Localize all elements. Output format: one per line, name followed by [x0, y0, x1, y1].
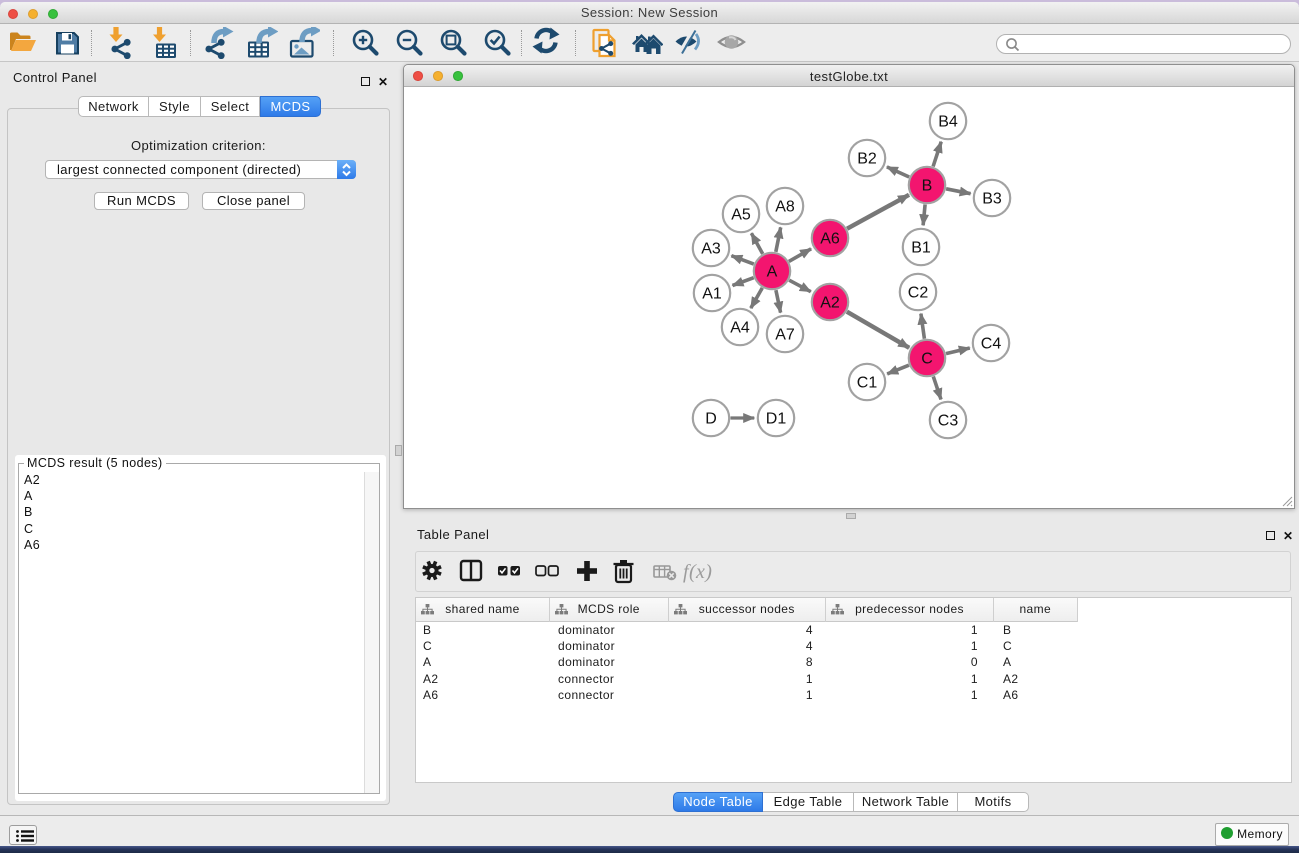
svg-text:A6: A6	[820, 231, 840, 248]
svg-text:C4: C4	[981, 336, 1002, 353]
svg-text:A2: A2	[820, 295, 840, 312]
svg-text:C: C	[921, 351, 933, 368]
svg-text:B1: B1	[911, 240, 931, 257]
svg-text:A4: A4	[730, 320, 750, 337]
svg-text:f(x): f(x)	[683, 561, 712, 583]
svg-text:A5: A5	[731, 207, 751, 224]
svg-text:B4: B4	[938, 114, 958, 131]
svg-text:B: B	[922, 178, 933, 195]
svg-text:B3: B3	[982, 191, 1002, 208]
svg-text:C1: C1	[857, 375, 878, 392]
svg-text:C3: C3	[938, 413, 959, 430]
svg-text:B2: B2	[857, 151, 877, 168]
svg-text:A1: A1	[702, 286, 722, 303]
svg-text:D1: D1	[766, 411, 787, 428]
svg-text:A: A	[767, 264, 778, 281]
svg-text:A7: A7	[775, 327, 795, 344]
svg-text:A3: A3	[701, 241, 721, 258]
svg-text:A8: A8	[775, 199, 795, 216]
svg-text:D: D	[705, 411, 717, 428]
svg-text:C2: C2	[908, 285, 929, 302]
